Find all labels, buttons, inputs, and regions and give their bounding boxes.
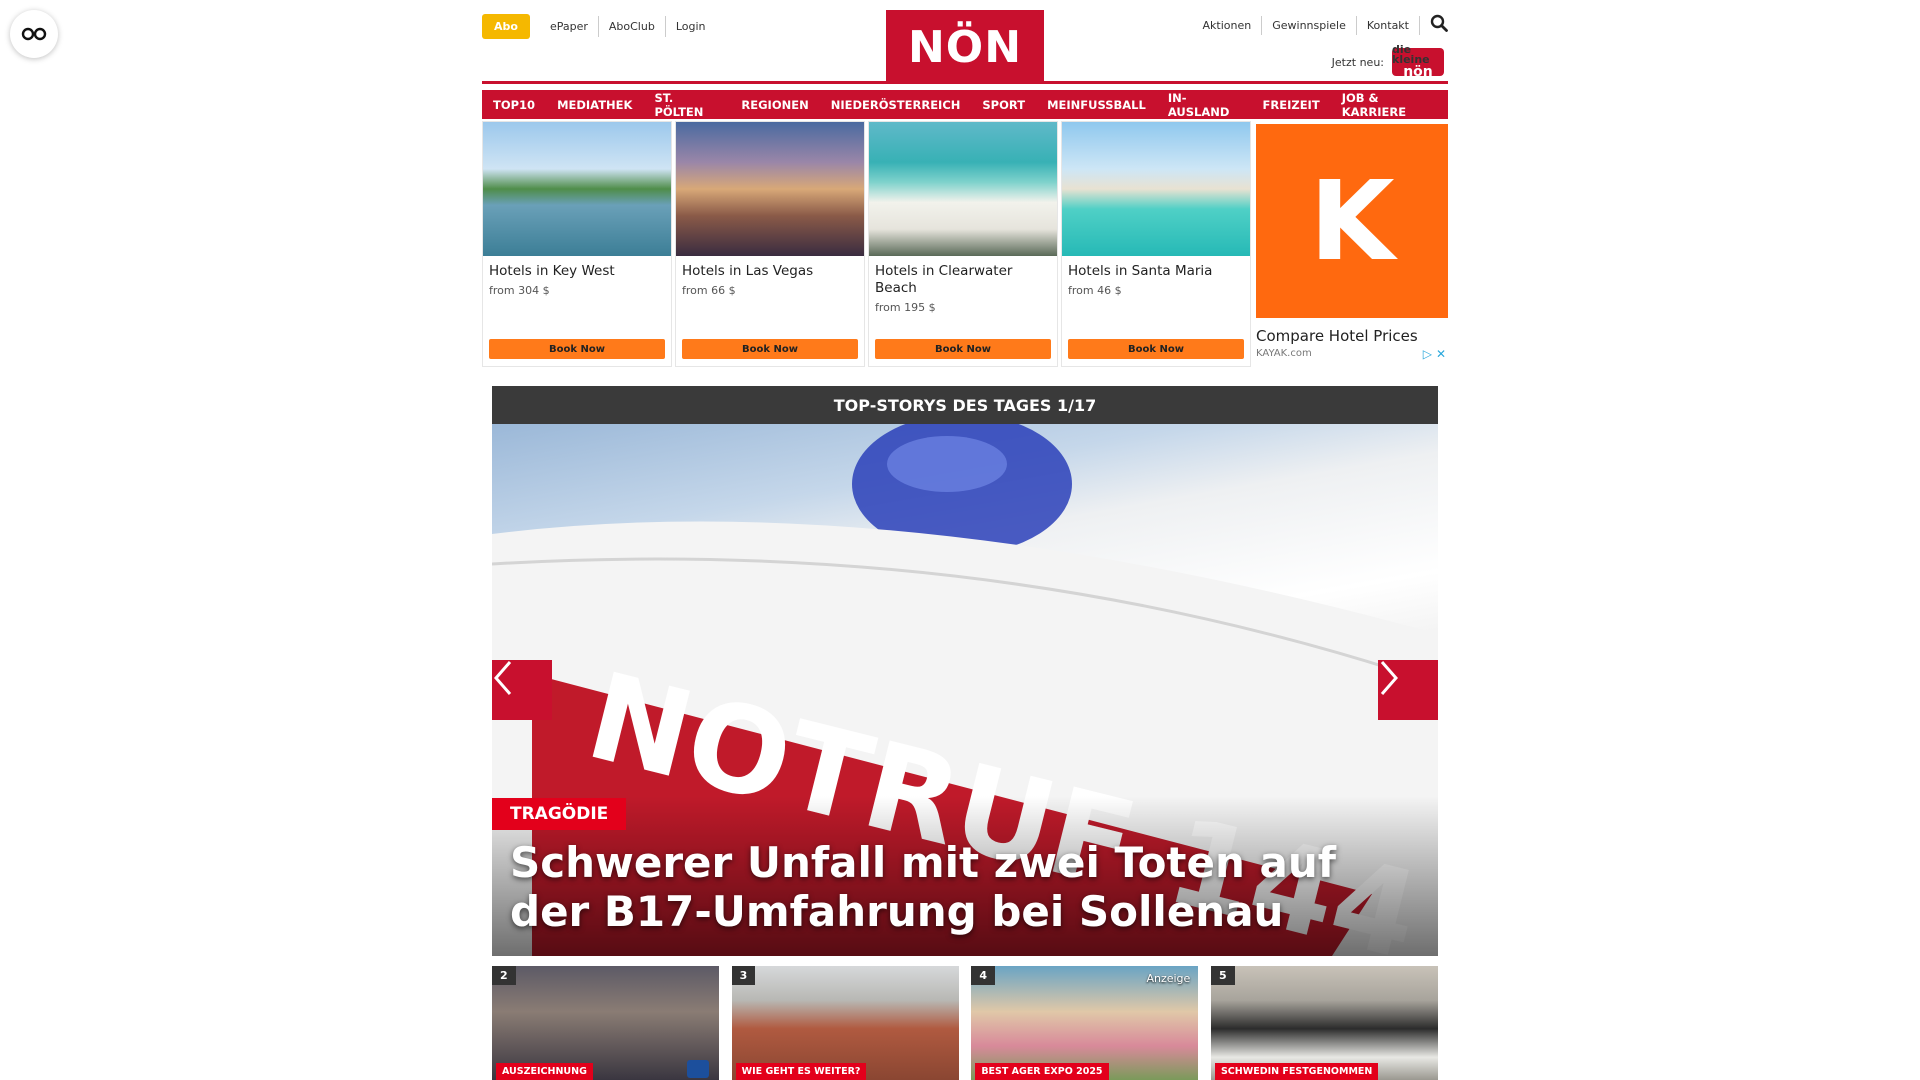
nav-in-ausland[interactable]: IN-AUSLAND [1156, 90, 1252, 119]
nav-top10[interactable]: TOP10 [482, 90, 547, 119]
story-number: 4 [971, 966, 995, 985]
ad-card-price: from 66 $ [682, 284, 736, 297]
camera-icon [687, 1060, 709, 1078]
story-thumb-5[interactable]: 5 SCHWEDIN FESTGENOMMEN [1210, 966, 1438, 1080]
anzeige-label: Anzeige [1146, 972, 1191, 985]
close-ad-icon[interactable]: ✕ [1436, 347, 1446, 361]
kayak-domain: KAYAK.com [1256, 348, 1312, 359]
ad-card-santa-maria[interactable]: Hotels in Santa Maria from 46 $ Book Now [1061, 121, 1251, 367]
story-number: 3 [731, 966, 756, 985]
glasses-icon [21, 27, 47, 41]
ad-card-title: Hotels in Clearwater Beach [875, 263, 1013, 296]
story-thumbnails: 2 AUSZEICHNUNG 3 WIE GEHT ES WEITER? 4 A… [492, 966, 1438, 1080]
page-container: Abo ePaper AboClub Login NÖN Aktionen Ge… [482, 0, 1448, 369]
hero-story-headline[interactable]: Schwerer Unfall mit zwei Toten auf der B… [510, 838, 1390, 936]
ad-card-key-west[interactable]: Hotels in Key West from 304 $ Book Now [482, 121, 672, 367]
top-stories: TOP-STORYS DES TAGES 1/17 NOTRUF 144 TRA… [492, 386, 1438, 956]
nav-freizeit[interactable]: FREIZEIT [1251, 90, 1331, 119]
epaper-link[interactable]: ePaper [540, 16, 598, 37]
story-number: 2 [492, 966, 516, 985]
nav-job-karriere[interactable]: JOB & KARRIERE [1330, 90, 1448, 119]
chevron-left-icon [494, 661, 512, 695]
story-thumb-2[interactable]: 2 AUSZEICHNUNG [492, 966, 719, 1080]
adchoices-icon[interactable]: ▷ [1423, 347, 1432, 361]
ad-card-price: from 304 $ [489, 284, 550, 297]
ad-card-title: Hotels in Key West [489, 263, 615, 279]
chevron-right-icon [1380, 661, 1398, 695]
search-icon[interactable] [1420, 14, 1448, 36]
nav-sport[interactable]: SPORT [971, 90, 1037, 119]
ad-card-clearwater[interactable]: Hotels in Clearwater Beach from 195 $ Bo… [868, 121, 1058, 367]
ad-card-las-vegas[interactable]: Hotels in Las Vegas from 66 $ Book Now [675, 121, 865, 367]
las-vegas-image [676, 122, 864, 256]
noen-logo[interactable]: NÖN [886, 10, 1044, 84]
nav-regionen[interactable]: REGIONEN [730, 90, 820, 119]
jetzt-neu-label: Jetzt neu: [1331, 55, 1384, 69]
book-now-button[interactable]: Book Now [489, 339, 665, 359]
kayak-title[interactable]: Compare Hotel Prices [1256, 327, 1418, 345]
book-now-button[interactable]: Book Now [1068, 339, 1244, 359]
prev-story-button[interactable] [492, 660, 552, 720]
ad-card-price: from 46 $ [1068, 284, 1122, 297]
top-right-links: Aktionen Gewinnspiele Kontakt [1193, 14, 1448, 36]
kayak-logo[interactable]: K [1256, 124, 1448, 318]
nav-niederoesterreich[interactable]: NIEDERÖSTERREICH [819, 90, 972, 119]
main-nav: TOP10 MEDIATHEK ST. PÖLTEN REGIONEN NIED… [482, 90, 1448, 119]
top-left-links: Abo ePaper AboClub Login [482, 14, 716, 39]
story-tag: SCHWEDIN FESTGENOMMEN [1214, 1063, 1379, 1080]
hero-story[interactable]: NOTRUF 144 TRAGÖDIE Schwerer Unfall mit … [492, 424, 1438, 956]
story-thumb-4[interactable]: 4 Anzeige BEST AGER EXPO 2025 [971, 966, 1199, 1080]
abo-button[interactable]: Abo [482, 14, 530, 39]
story-number: 5 [1210, 966, 1235, 985]
nav-meinfussball[interactable]: MEINFUSSBALL [1036, 90, 1157, 119]
kleine-noen-top: die kleine [1392, 43, 1430, 66]
santa-maria-image [1062, 122, 1250, 256]
ad-card-title: Hotels in Santa Maria [1068, 263, 1213, 279]
ad-card-price: from 195 $ [875, 301, 936, 314]
hotel-ad-banner: Hotels in Key West from 304 $ Book Now H… [482, 121, 1448, 369]
nav-st-poelten[interactable]: ST. PÖLTEN [643, 90, 731, 119]
site-header: Abo ePaper AboClub Login NÖN Aktionen Ge… [482, 0, 1448, 84]
book-now-button[interactable]: Book Now [875, 339, 1051, 359]
kleine-noen-bottom: nön [1403, 64, 1433, 80]
story-tag: AUSZEICHNUNG [496, 1063, 593, 1080]
next-story-button[interactable] [1378, 660, 1438, 720]
ad-card-title: Hotels in Las Vegas [682, 263, 814, 279]
story-tag: BEST AGER EXPO 2025 [975, 1063, 1109, 1080]
gewinnspiele-link[interactable]: Gewinnspiele [1262, 15, 1357, 35]
top-stories-header: TOP-STORYS DES TAGES 1/17 [492, 386, 1438, 424]
hero-story-tag[interactable]: TRAGÖDIE [492, 798, 627, 830]
kontakt-link[interactable]: Kontakt [1357, 15, 1420, 35]
nav-mediathek[interactable]: MEDIATHEK [546, 90, 644, 119]
login-link[interactable]: Login [664, 16, 716, 37]
key-west-image [483, 122, 671, 256]
adchoices: ▷ ✕ [1423, 347, 1446, 361]
story-tag: WIE GEHT ES WEITER? [735, 1063, 867, 1080]
story-thumb-3[interactable]: 3 WIE GEHT ES WEITER? [731, 966, 959, 1080]
jetzt-neu: Jetzt neu: die kleine nön [1331, 43, 1444, 80]
aktionen-link[interactable]: Aktionen [1193, 15, 1263, 35]
reader-mode-button[interactable] [10, 10, 58, 58]
kleine-noen-logo[interactable]: die kleine nön [1392, 43, 1444, 80]
aboclub-link[interactable]: AboClub [597, 16, 665, 37]
book-now-button[interactable]: Book Now [682, 339, 858, 359]
clearwater-image [869, 122, 1057, 256]
